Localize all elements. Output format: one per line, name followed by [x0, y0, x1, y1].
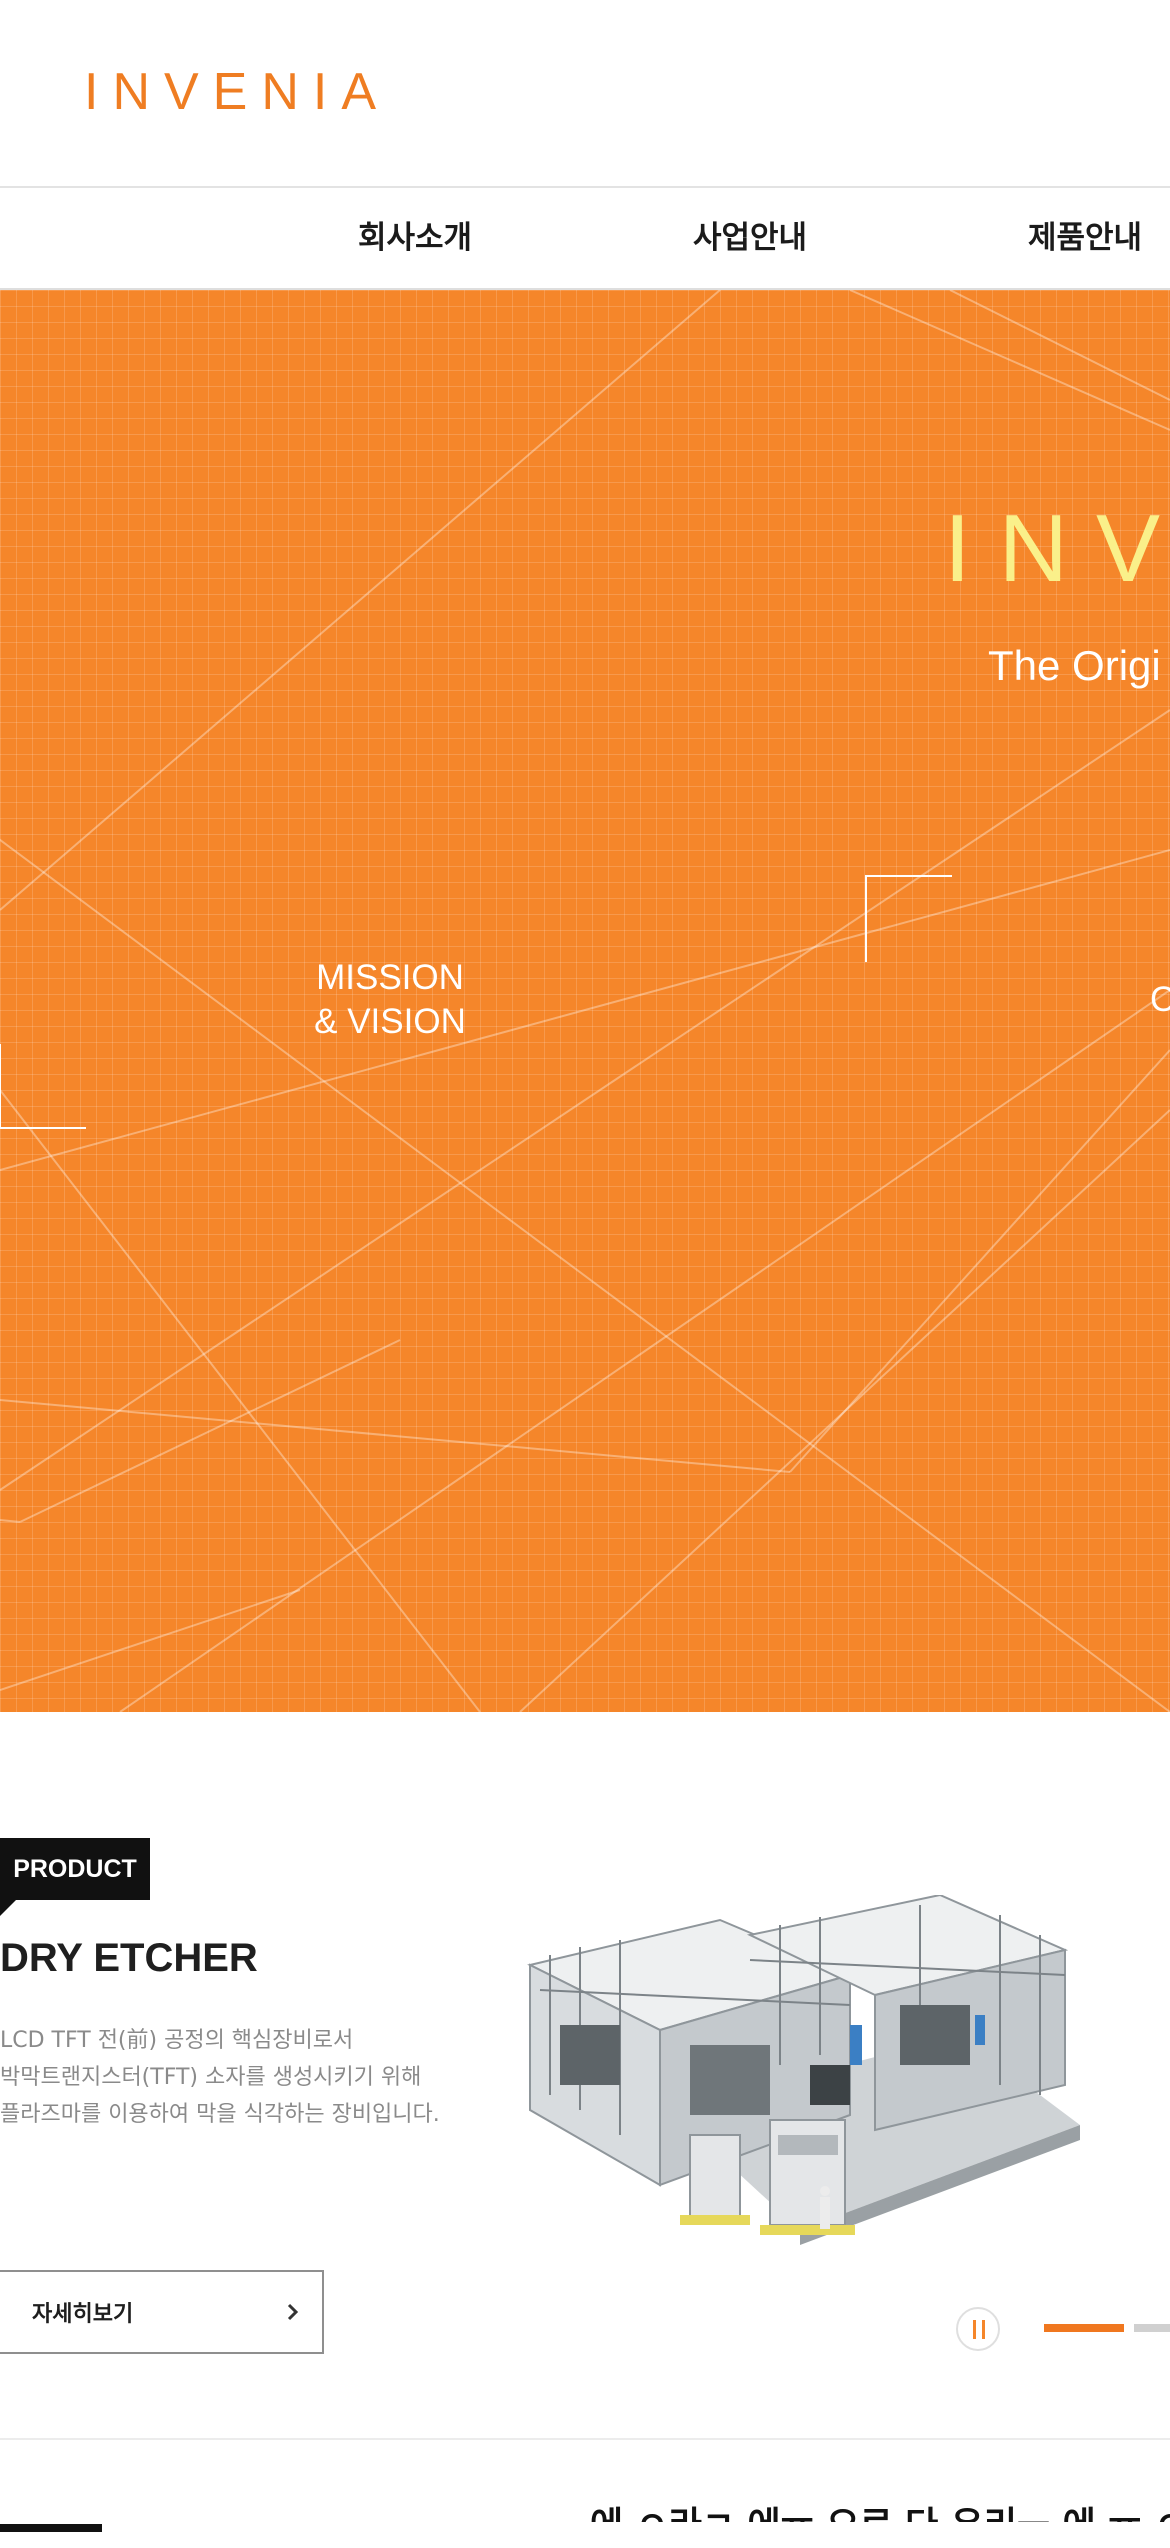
- product-title: DRY ETCHER: [0, 1936, 258, 1980]
- product-desc-line-3: 플라즈마를 이용하여 막을 식각하는 장비입니다.: [0, 2102, 440, 2127]
- product-description: LCD TFT 전(前) 공정의 핵심장비로서 박막트랜지스터(TFT) 소자를…: [0, 2022, 500, 2133]
- hero-banner[interactable]: INV The Origi MISSION & VISION C: [0, 290, 1170, 1712]
- dry-etcher-image: [527, 1895, 1080, 2245]
- next-section-badge: [0, 2524, 102, 2532]
- nav-item-products[interactable]: 제품안내: [1028, 212, 1142, 257]
- hero-brand-text: INV: [944, 495, 1170, 602]
- nav-item-business[interactable]: 사업안내: [693, 212, 807, 257]
- product-badge: PRODUCT: [0, 1838, 150, 1900]
- main-navigation: 회사소개 사업안내 제품안내: [0, 188, 1170, 290]
- nav-item-company[interactable]: 회사소개: [358, 212, 472, 257]
- badge-tail: [0, 1900, 16, 1916]
- section-divider: [0, 2438, 1170, 2440]
- hero-tagline: The Origi: [988, 642, 1161, 689]
- view-more-button[interactable]: 자세히보기: [0, 2270, 324, 2354]
- product-desc-line-1: LCD TFT 전(前) 공정의 핵심장비로서: [0, 2028, 354, 2053]
- hero-right-label: C: [1150, 980, 1170, 1019]
- view-more-label: 자세히보기: [32, 2302, 134, 2327]
- slider-pause-button[interactable]: [956, 2307, 1000, 2351]
- slider-indicator[interactable]: [1134, 2324, 1170, 2332]
- slider-indicator-active[interactable]: [1044, 2324, 1124, 2332]
- chevron-right-icon: [287, 2303, 299, 2321]
- company-logo[interactable]: INVENIA: [84, 62, 390, 122]
- product-desc-line-2: 박막트랜지스터(TFT) 소자를 생성시키기 위해: [0, 2065, 422, 2090]
- pause-icon-bar: [982, 2320, 985, 2339]
- site-header: INVENIA: [0, 0, 1170, 186]
- pause-icon: [973, 2320, 976, 2339]
- mission-line-2: & VISION: [314, 1002, 466, 1041]
- mission-line-1: MISSION: [316, 958, 464, 997]
- next-section-heading: 에 ㅇ라ㄱ 에ㅠ 으로 다 우리ㅡ 에 ㅠ ㅇ: [590, 2505, 1170, 2546]
- hero-mission-vision[interactable]: MISSION & VISION: [300, 956, 480, 1044]
